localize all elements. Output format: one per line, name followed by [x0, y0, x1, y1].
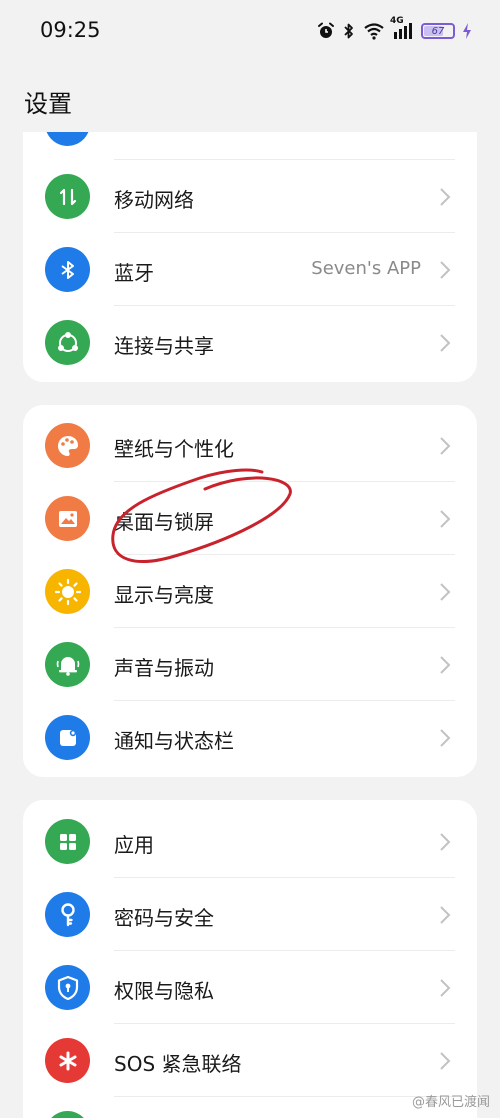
charging-bolt-icon	[462, 22, 472, 40]
settings-item-label: 移动网络	[114, 188, 194, 212]
chevron-right-icon	[440, 906, 451, 924]
settings-item-label: SOS 紧急联络	[114, 1052, 242, 1076]
settings-card-personalization: 壁纸与个性化 桌面与锁屏 显示与亮度 声音与振动 通知与状态栏	[23, 405, 477, 777]
settings-item-wallpaper[interactable]: 壁纸与个性化	[23, 409, 477, 482]
status-icons: 4G 67	[317, 16, 472, 44]
chevron-right-icon	[440, 583, 451, 601]
settings-item-mobile-network[interactable]: 移动网络	[23, 160, 477, 233]
shield-lock-icon	[45, 965, 90, 1010]
settings-item-label: 连接与共享	[114, 334, 214, 358]
settings-item-sound-vibration[interactable]: 声音与振动	[23, 628, 477, 701]
chevron-right-icon	[440, 334, 451, 352]
partial-item-icon	[45, 1111, 90, 1118]
chevron-right-icon	[440, 833, 451, 851]
chevron-right-icon	[440, 188, 451, 206]
settings-item-bluetooth[interactable]: 蓝牙 Seven's APP	[23, 233, 477, 306]
settings-item-permissions-privacy[interactable]: 权限与隐私	[23, 951, 477, 1024]
share-icon	[45, 320, 90, 365]
bluetooth-icon	[45, 247, 90, 292]
settings-item-partial-bottom[interactable]	[23, 1097, 477, 1118]
settings-item-apps[interactable]: 应用	[23, 805, 477, 878]
bluetooth-status-icon	[342, 22, 356, 40]
chevron-right-icon	[440, 729, 451, 747]
settings-item-label: 壁纸与个性化	[114, 437, 234, 461]
key-icon	[45, 892, 90, 937]
alarm-clock-icon	[317, 22, 335, 40]
settings-item-label: 声音与振动	[114, 656, 214, 680]
page-title: 设置	[24, 90, 72, 118]
settings-item-notifications-status-bar[interactable]: 通知与状态栏	[23, 701, 477, 774]
settings-item-home-lock-screen[interactable]: 桌面与锁屏	[23, 482, 477, 555]
watermark-text: @春风已渡闻	[411, 1095, 490, 1110]
chevron-right-icon	[440, 1052, 451, 1070]
battery-level-text: 67	[431, 25, 445, 37]
network-type-label: 4G	[390, 16, 404, 26]
chevron-right-icon	[440, 437, 451, 455]
chevron-right-icon	[440, 261, 451, 279]
settings-item-label: 通知与状态栏	[114, 729, 234, 753]
chevron-right-icon	[440, 656, 451, 674]
wifi-icon	[363, 22, 385, 40]
sos-asterisk-icon	[45, 1038, 90, 1083]
settings-item-partial[interactable]	[23, 132, 477, 160]
settings-item-sos-emergency[interactable]: SOS 紧急联络	[23, 1024, 477, 1097]
settings-item-password-security[interactable]: 密码与安全	[23, 878, 477, 951]
settings-item-label: 密码与安全	[114, 906, 214, 930]
settings-item-connection-sharing[interactable]: 连接与共享	[23, 306, 477, 379]
settings-item-label: 应用	[114, 833, 154, 857]
chevron-right-icon	[440, 979, 451, 997]
settings-item-label: 权限与隐私	[114, 979, 214, 1003]
settings-item-label: 桌面与锁屏	[114, 510, 214, 534]
partial-item-icon	[45, 132, 90, 146]
settings-item-label: 显示与亮度	[114, 583, 214, 607]
mobile-data-icon	[45, 174, 90, 219]
notification-icon	[45, 715, 90, 760]
wallpaper-icon	[45, 496, 90, 541]
status-bar: 09:25 4G 67	[0, 0, 500, 60]
bluetooth-device-value: Seven's APP	[311, 258, 421, 279]
settings-item-label: 蓝牙	[114, 261, 154, 285]
settings-item-display-brightness[interactable]: 显示与亮度	[23, 555, 477, 628]
cellular-signal-icon: 4G	[390, 16, 414, 40]
palette-icon	[45, 423, 90, 468]
bell-icon	[45, 642, 90, 687]
settings-card-connectivity: 移动网络 蓝牙 Seven's APP 连接与共享	[23, 132, 477, 382]
settings-card-security: 应用 密码与安全 权限与隐私 SOS 紧急联络	[23, 800, 477, 1118]
battery-indicator: 67	[421, 23, 455, 39]
chevron-right-icon	[440, 510, 451, 528]
sun-icon	[45, 569, 90, 614]
apps-grid-icon	[45, 819, 90, 864]
status-time: 09:25	[40, 18, 101, 42]
